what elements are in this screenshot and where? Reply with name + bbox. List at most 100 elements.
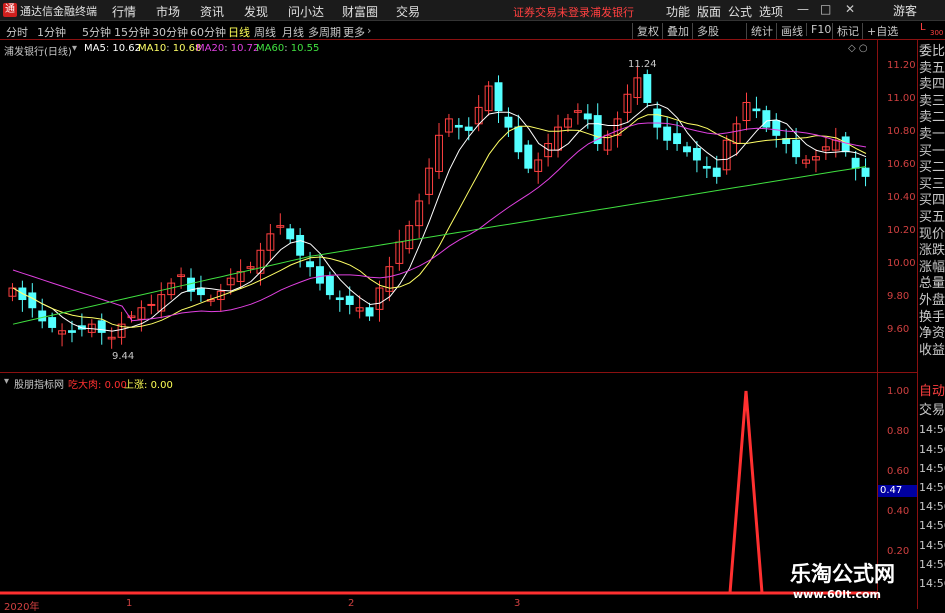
quote-field-label[interactable]: 外盘 [919, 293, 945, 309]
tab-more[interactable]: 更多 [343, 24, 365, 40]
tab-multi-period[interactable]: 多周期 [308, 24, 341, 40]
candle-body [28, 292, 37, 309]
date-label: 2020年 [4, 602, 40, 613]
tab-weekly[interactable]: 周线 [254, 24, 276, 40]
quote-field-label[interactable]: 涨幅 [919, 260, 945, 276]
draw-line-button[interactable]: 画线 [776, 23, 803, 39]
candle-body [316, 266, 324, 284]
trade-time: 14:56 [919, 500, 945, 514]
candle-body [861, 167, 870, 177]
price-tick: 10.00 [887, 258, 916, 269]
candle-body [514, 126, 523, 153]
tab-timeshare[interactable]: 分时 [6, 24, 28, 40]
quote-field-label[interactable]: 收益 [919, 343, 945, 359]
tab-15min[interactable]: 15分钟 [114, 24, 150, 40]
candle-body [692, 147, 701, 161]
candle-body [464, 126, 473, 131]
watermark-url: www.60lt.com [793, 588, 882, 601]
quote-field-label[interactable]: 现价 [919, 227, 945, 243]
menu-ask[interactable]: 问小达 [288, 3, 324, 20]
quote-field-label[interactable]: 买五 [919, 210, 945, 226]
date-label: 3 [514, 598, 521, 609]
candle-body [48, 317, 57, 328]
quote-field-label[interactable]: 卖三 [919, 94, 945, 110]
trade-time: 14:56 [919, 557, 945, 571]
quote-field-label[interactable]: 总量 [919, 276, 945, 292]
candle-body [345, 295, 354, 305]
quote-field-label[interactable]: 卖四 [919, 77, 945, 93]
quote-field-label[interactable]: 买三 [919, 177, 945, 193]
menu-quotes[interactable]: 行情 [112, 3, 136, 20]
tab-5min[interactable]: 5分钟 [82, 24, 111, 40]
add-watchlist-button[interactable]: +自选 [862, 23, 898, 39]
high-marker: 11.24 [628, 59, 657, 70]
menu-layout[interactable]: 版面 [697, 3, 721, 20]
candlestick-chart[interactable] [0, 40, 877, 372]
tab-monthly[interactable]: 月线 [282, 24, 304, 40]
candle-body [792, 139, 801, 158]
indicator-spike [728, 390, 764, 594]
minimize-icon[interactable]: — [797, 2, 809, 16]
close-icon[interactable]: ✕ [845, 2, 855, 16]
menu-options[interactable]: 选项 [759, 3, 783, 20]
candle-body [335, 297, 344, 301]
maximize-icon[interactable]: □ [820, 2, 831, 16]
menu-news[interactable]: 资讯 [200, 3, 224, 20]
adjust-button[interactable]: 复权 [632, 23, 659, 39]
trade-time: 14:56 [919, 538, 945, 552]
candle-body [772, 120, 781, 136]
date-label: 2 [348, 598, 355, 609]
stats-button[interactable]: 统计 [746, 23, 773, 39]
quote-field-label[interactable]: 委比 [919, 44, 945, 60]
indicator-tick: 0.20 [887, 546, 910, 557]
indicator-tick: 0.40 [887, 506, 910, 517]
candle-body [97, 320, 106, 333]
menu-discover[interactable]: 发现 [244, 3, 268, 20]
menu-wealth[interactable]: 财富圈 [342, 3, 378, 20]
quote-field-label[interactable]: 卖五 [919, 61, 945, 77]
tab-daily[interactable]: 日线 [228, 24, 250, 40]
overlay-button[interactable]: 叠加 [662, 23, 689, 39]
menu-market[interactable]: 市场 [156, 3, 180, 20]
candle-body [673, 133, 682, 145]
axis-divider [877, 40, 878, 600]
trade-time: 14:56 [919, 461, 945, 475]
candle-body [454, 124, 463, 128]
quote-field-label[interactable]: 涨跌 [919, 243, 945, 259]
multi-stock-button[interactable]: 多股 [692, 23, 719, 39]
quote-field-label[interactable]: 卖二 [919, 110, 945, 126]
more-chevron-icon[interactable]: › [367, 24, 371, 37]
guest-button[interactable]: 游客 [893, 2, 917, 19]
tab-30min[interactable]: 30分钟 [152, 24, 188, 40]
mark-button[interactable]: 标记 [832, 23, 859, 39]
tab-60min[interactable]: 60分钟 [190, 24, 226, 40]
quote-field-label[interactable]: 卖一 [919, 127, 945, 143]
candle-body [325, 276, 334, 296]
indicator-tick: 1.00 [887, 386, 910, 397]
candle-body [583, 113, 592, 120]
quote-field-label[interactable]: 买一 [919, 144, 945, 160]
quote-field-label[interactable]: 换手 [919, 310, 945, 326]
tab-1min[interactable]: 1分钟 [37, 24, 66, 40]
menu-function[interactable]: 功能 [666, 3, 690, 20]
level-sub: 300 [930, 29, 944, 37]
candle-body [653, 108, 662, 128]
quote-field-label[interactable]: 买二 [919, 160, 945, 176]
indicator-cursor-value: 0.47 [878, 485, 918, 497]
price-tick: 10.20 [887, 225, 916, 236]
quote-field-label[interactable]: 净资 [919, 326, 945, 342]
candle-body [147, 303, 156, 306]
menu-trade[interactable]: 交易 [396, 3, 420, 20]
candle-body [712, 167, 721, 177]
indicator-chart[interactable] [0, 373, 877, 600]
price-tick: 10.60 [887, 159, 916, 170]
candle-body [494, 82, 503, 112]
price-tick: 10.80 [887, 126, 916, 137]
candle-body [524, 144, 533, 169]
quote-field-label[interactable]: 买四 [919, 193, 945, 209]
price-tick: 9.80 [887, 291, 910, 302]
level-label: L [920, 22, 926, 33]
menu-formula[interactable]: 公式 [728, 3, 752, 20]
f10-button[interactable]: F10 [806, 23, 831, 36]
trade-time: 14:56 [919, 481, 945, 494]
